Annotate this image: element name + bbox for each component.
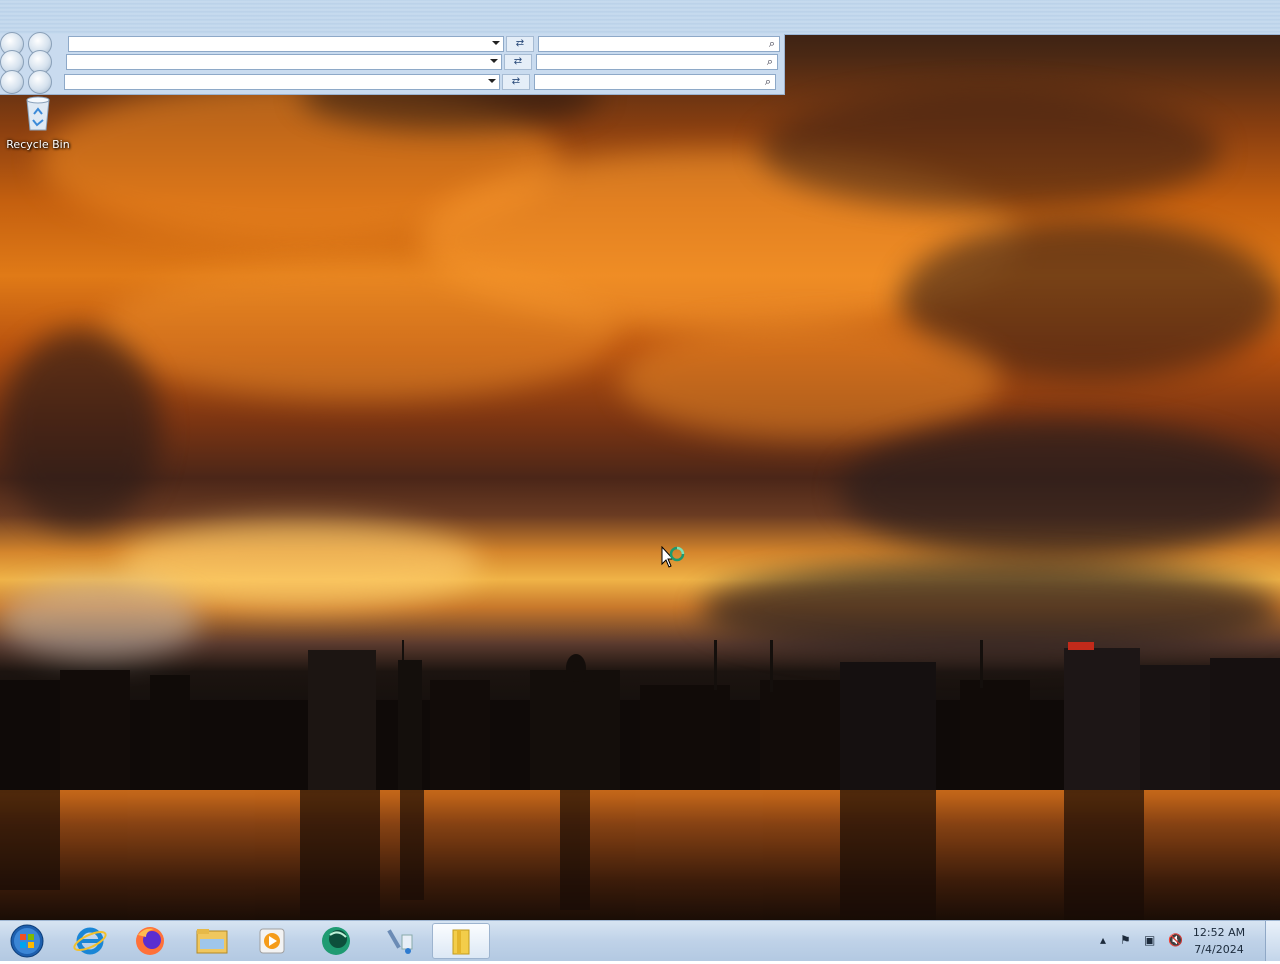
clock-date[interactable]: 7/4/2024 bbox=[1184, 943, 1254, 956]
volume-muted-icon[interactable]: 🔇 bbox=[1168, 933, 1183, 947]
city-skyline bbox=[0, 640, 1280, 790]
address-bar[interactable] bbox=[64, 74, 500, 90]
chevron-down-icon[interactable] bbox=[492, 41, 500, 45]
busy-cursor-icon bbox=[661, 546, 685, 568]
yellow-folder-window-icon bbox=[452, 929, 470, 955]
nav-buttons bbox=[0, 70, 62, 94]
system-tray: ▴ ⚑ ▣ 🔇 12:52 AM 7/4/2024 bbox=[1090, 921, 1280, 961]
taskbar-internet-explorer[interactable] bbox=[62, 923, 118, 959]
desktop-wallpaper bbox=[0, 0, 1280, 920]
internet-explorer-icon bbox=[73, 927, 107, 955]
file-explorer-icon bbox=[196, 929, 228, 954]
address-bar[interactable] bbox=[66, 54, 502, 70]
search-icon[interactable]: ⌕ bbox=[765, 75, 771, 89]
clock-time[interactable]: 12:52 AM bbox=[1184, 926, 1254, 939]
lake-reflection bbox=[0, 790, 1280, 920]
toolbar-row: ⇄ ⌕ bbox=[0, 70, 784, 94]
show-desktop-button[interactable] bbox=[1265, 921, 1280, 961]
taskbar: ▴ ⚑ ▣ 🔇 12:52 AM 7/4/2024 bbox=[0, 920, 1280, 961]
address-bar[interactable] bbox=[68, 36, 504, 52]
toolbar-row: ⇄ ⌕ bbox=[0, 50, 784, 74]
windows-start-orb[interactable] bbox=[8, 923, 46, 959]
refresh-button[interactable]: ⇄ bbox=[502, 74, 530, 90]
firefox-icon bbox=[136, 927, 164, 955]
chevron-down-icon[interactable] bbox=[490, 59, 498, 63]
taskbar-firefox[interactable] bbox=[122, 923, 178, 959]
browser-toolbar-stack: ⇄ ⌕ ⇄ ⌕ ⇄ ⌕ bbox=[0, 32, 785, 95]
recycle-bin-label: Recycle Bin bbox=[6, 138, 70, 151]
taskbar-green-app[interactable] bbox=[308, 923, 364, 959]
refresh-button[interactable]: ⇄ bbox=[506, 36, 534, 52]
green-globe-app-icon bbox=[322, 927, 350, 955]
search-input[interactable]: ⌕ bbox=[538, 36, 780, 52]
action-center-flag-icon[interactable]: ⚑ bbox=[1120, 933, 1131, 947]
paint-tools-icon bbox=[387, 929, 413, 954]
refresh-button[interactable]: ⇄ bbox=[504, 54, 532, 70]
media-player-icon bbox=[259, 928, 285, 954]
toolbar-row: ⇄ ⌕ bbox=[0, 32, 784, 56]
forward-button[interactable] bbox=[28, 70, 52, 94]
search-icon[interactable]: ⌕ bbox=[769, 37, 775, 51]
window-title-strip[interactable] bbox=[0, 0, 1280, 35]
recycle-bin-icon bbox=[26, 96, 50, 131]
taskbar-media-player[interactable] bbox=[244, 923, 300, 959]
desktop-icon-recycle-bin[interactable]: Recycle Bin bbox=[2, 92, 74, 152]
search-icon[interactable]: ⌕ bbox=[767, 55, 773, 69]
chevron-down-icon[interactable] bbox=[488, 79, 496, 83]
tray-expand-icon[interactable]: ▴ bbox=[1100, 933, 1106, 947]
taskbar-folder-window[interactable] bbox=[432, 923, 490, 959]
taskbar-file-explorer[interactable] bbox=[184, 923, 240, 959]
network-icon[interactable]: ▣ bbox=[1144, 933, 1155, 947]
taskbar-paint-tools[interactable] bbox=[372, 923, 428, 959]
search-input[interactable]: ⌕ bbox=[534, 74, 776, 90]
back-button[interactable] bbox=[0, 70, 24, 94]
nav-buttons bbox=[0, 50, 62, 74]
search-input[interactable]: ⌕ bbox=[536, 54, 778, 70]
